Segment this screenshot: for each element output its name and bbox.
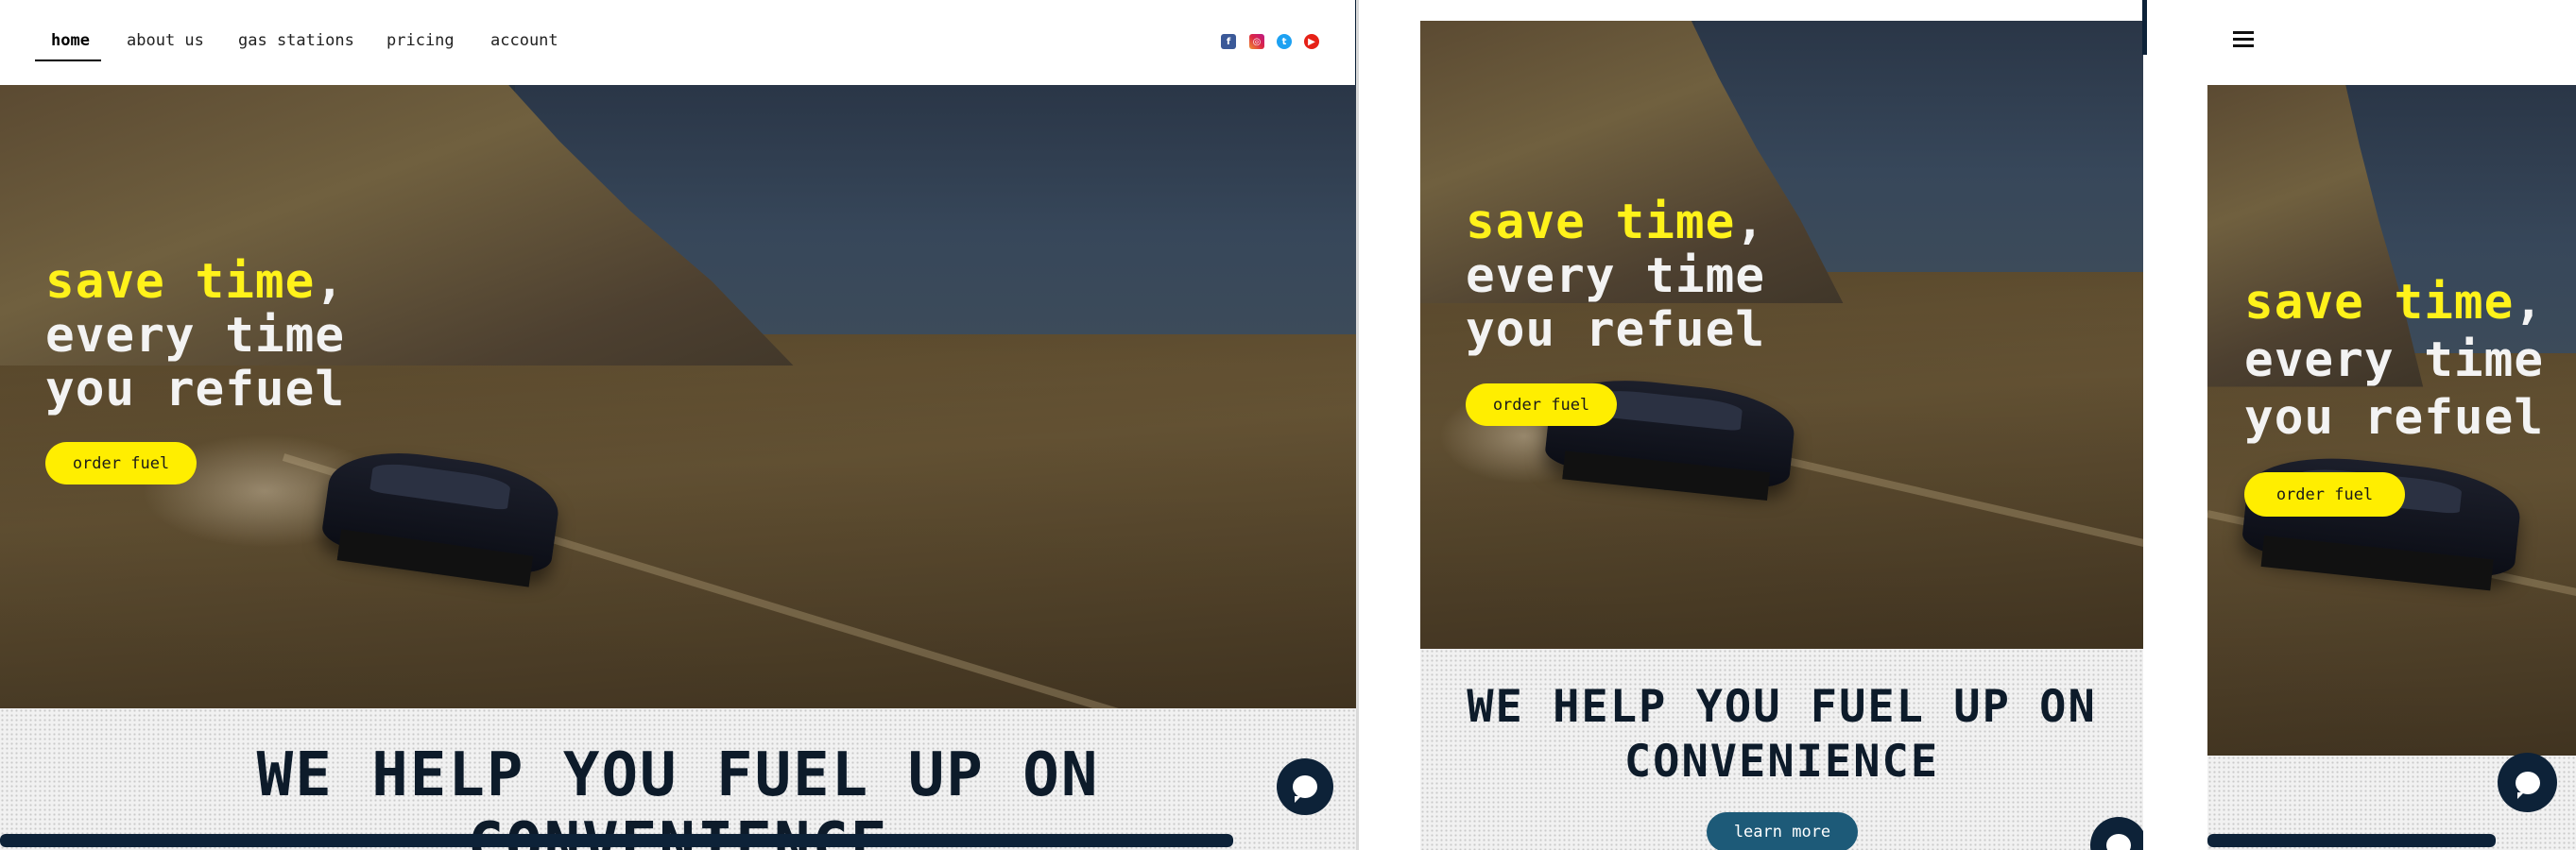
nav-item-account[interactable]: account [490, 31, 558, 50]
twitter-icon[interactable]: t [1277, 34, 1292, 49]
hero-headline: save time, every time you refuel [1466, 196, 1765, 357]
headline-line-3: you refuel [1466, 302, 1766, 358]
tablet-view: save time, every time you refuel order f… [1420, 21, 2143, 850]
convenience-section: WE HELP YOU FUEL UP ON CONVENIENCE [0, 708, 1356, 850]
facebook-icon[interactable]: f [1221, 34, 1236, 49]
headline-comma: , [315, 254, 346, 310]
learn-more-button[interactable]: learn more [1707, 812, 1858, 850]
instagram-icon[interactable]: ◎ [1249, 34, 1264, 49]
headline-comma: , [2514, 275, 2545, 331]
nav-item-home[interactable]: home [51, 31, 90, 50]
headline-highlight: save time [45, 254, 316, 310]
nav-active-underline [35, 60, 101, 61]
chat-button[interactable] [2090, 817, 2143, 850]
hamburger-icon[interactable] [2233, 31, 2254, 48]
panel-divider [1356, 0, 1359, 850]
headline-line-3: you refuel [2244, 390, 2545, 446]
order-fuel-button[interactable]: order fuel [45, 442, 197, 484]
hero-headline: save time, every time you refuel [2244, 274, 2544, 447]
chat-bubble-icon [2106, 834, 2131, 850]
page-scrollbar-thumb[interactable] [2142, 0, 2147, 55]
headline-highlight: save time [1466, 195, 1736, 250]
heading-line-1: WE HELP YOU FUEL UP ON [256, 740, 1100, 810]
youtube-icon[interactable]: ▶ [1304, 34, 1319, 49]
heading-line-1: WE HELP YOU FUEL UP ON [1467, 681, 2097, 733]
chat-bubble-icon [2515, 771, 2540, 799]
headline-comma: , [1735, 195, 1766, 250]
headline-highlight: save time [2244, 275, 2515, 331]
nav-item-pricing[interactable]: pricing [386, 31, 455, 50]
chat-bubble-icon [1293, 775, 1317, 803]
suv-car [319, 442, 564, 578]
mobile-view: save time, every time you refuel order f… [2207, 0, 2576, 850]
chat-button[interactable] [1277, 758, 1333, 815]
top-navigation: home about us gas stations pricing accou… [0, 0, 1356, 85]
headline-line-3: you refuel [45, 362, 346, 417]
nav-item-gas-stations[interactable]: gas stations [238, 31, 354, 50]
order-fuel-button[interactable]: order fuel [1466, 383, 1617, 426]
nav-item-about-us[interactable]: about us [127, 31, 204, 50]
convenience-heading: WE HELP YOU FUEL UP ON CONVENIENCE [1420, 680, 2143, 790]
desktop-view: home about us gas stations pricing accou… [0, 0, 1356, 850]
order-fuel-button[interactable]: order fuel [2244, 472, 2405, 517]
chat-button[interactable] [2498, 753, 2557, 812]
horizontal-scrollbar[interactable] [0, 834, 1233, 847]
mobile-header [2207, 0, 2576, 85]
heading-line-2: CONVENIENCE [1623, 736, 1940, 788]
headline-line-2: every time [2244, 332, 2545, 388]
hero-headline: save time, every time you refuel [45, 255, 345, 416]
headline-line-2: every time [45, 308, 346, 364]
headline-line-2: every time [1466, 248, 1766, 304]
horizontal-scrollbar[interactable] [2207, 834, 2496, 847]
